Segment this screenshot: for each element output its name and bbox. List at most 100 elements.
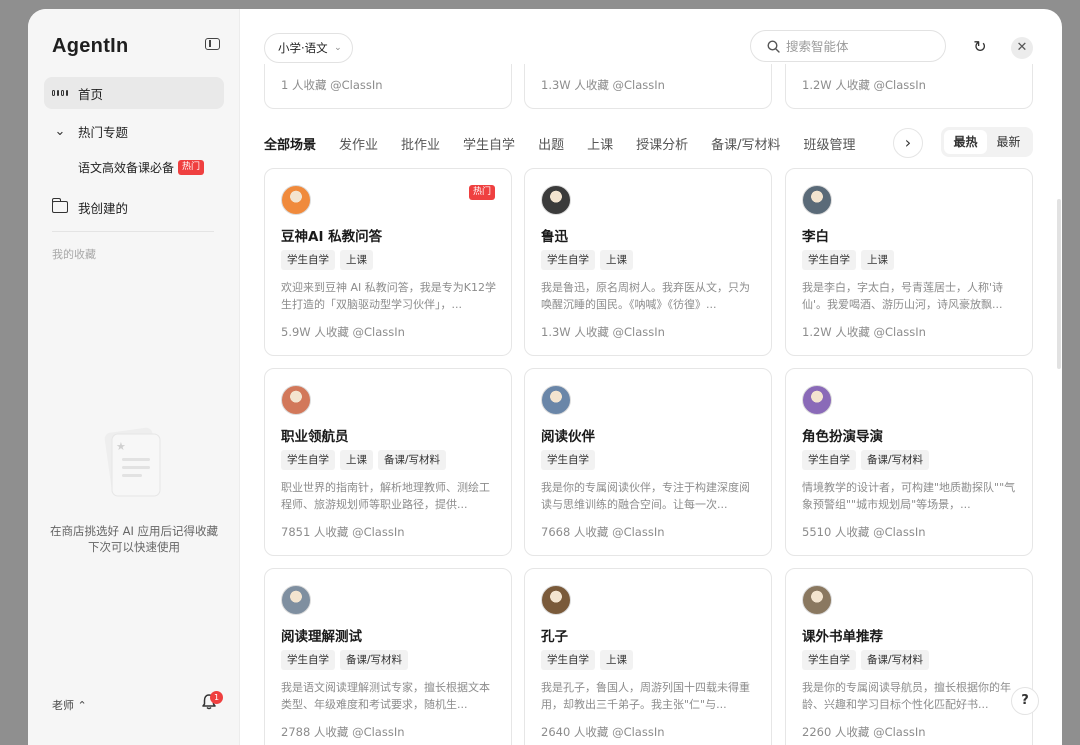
tab-class[interactable]: 上课 — [587, 134, 613, 153]
sidebar-divider — [52, 231, 214, 232]
tab-assign-homework[interactable]: 发作业 — [339, 134, 378, 153]
agent-tag: 学生自学 — [802, 450, 856, 470]
agent-tag: 上课 — [600, 650, 633, 670]
agent-tag: 学生自学 — [281, 450, 335, 470]
agent-tags: 学生自学 上课 — [281, 250, 378, 270]
agent-card[interactable]: 阅读理解测试 学生自学 备课/写材料 我是语文阅读理解测试专家，擅长根据文本类型、… — [264, 568, 512, 745]
hot-badge: 热门 — [178, 160, 205, 175]
grade-subject-select[interactable]: 小学·语文 ⌄ — [264, 33, 353, 63]
chevron-down-icon: ⌄ — [334, 43, 342, 53]
agent-tag: 上课 — [340, 450, 373, 470]
tab-create-questions[interactable]: 出题 — [538, 134, 564, 153]
agent-card[interactable]: 李白 学生自学 上课 我是李白，字太白，号青莲居士，人称'诗仙'。我爱喝酒、游历山… — [785, 168, 1033, 356]
agent-title: 阅读理解测试 — [281, 629, 362, 645]
tabs-next-arrow-icon[interactable]: › — [893, 128, 923, 158]
refresh-icon[interactable]: ↻ — [970, 37, 990, 57]
card-meta: 2640 人收藏 @ClassIn — [541, 725, 665, 739]
agent-avatar — [281, 585, 311, 615]
sort-new-option[interactable]: 最新 — [987, 130, 1030, 154]
agent-description: 我是孔子，鲁国人，周游列国十四载未得重用，却教出三千弟子。我主张"仁"与... — [541, 681, 750, 711]
agent-avatar — [802, 185, 832, 215]
chevron-down-icon: ⌄ — [54, 123, 66, 139]
agent-description: 我是语文阅读理解测试专家，擅长根据文本类型、年级难度和考试要求，随机生... — [281, 681, 490, 711]
scrollbar[interactable] — [1057, 199, 1061, 369]
agent-tags: 学生自学 上课 — [802, 250, 899, 270]
agent-avatar — [802, 385, 832, 415]
brand-logo: AgentIn — [52, 35, 129, 57]
agent-card-partial[interactable]: 1.3W 人收藏 @ClassIn — [524, 64, 772, 109]
close-button[interactable]: ✕ — [1011, 37, 1033, 59]
tab-all-scenes[interactable]: 全部场景 — [264, 134, 316, 153]
tab-lesson-prep[interactable]: 备课/写材料 — [711, 134, 780, 153]
agent-card[interactable]: 阅读伙伴 学生自学 我是你的专属阅读伙伴，专注于构建深度阅读与思维训练的融合空间… — [524, 368, 772, 556]
tab-lesson-analysis[interactable]: 授课分析 — [636, 134, 688, 153]
search-icon — [767, 39, 780, 53]
agent-tag: 学生自学 — [281, 650, 335, 670]
help-icon[interactable]: ? — [1011, 687, 1039, 715]
favorites-title: 我的收藏 — [52, 248, 96, 261]
agent-card[interactable]: 职业领航员 学生自学 上课 备课/写材料 职业世界的指南针，解析地理教师、测绘工程师… — [264, 368, 512, 556]
search-box[interactable] — [750, 30, 946, 62]
agent-avatar — [541, 585, 571, 615]
agent-description: 我是李白，字太白，号青莲居士，人称'诗仙'。我爱喝酒、游历山河，诗风豪放飘... — [802, 281, 1004, 311]
agent-tag: 学生自学 — [541, 650, 595, 670]
agent-title: 李白 — [802, 229, 829, 245]
sidebar-subitem-chinese-prep[interactable]: 语文高效备课必备 热门 — [78, 159, 205, 176]
card-meta: 1.2W 人收藏 @ClassIn — [802, 78, 926, 92]
sidebar-collapse-icon[interactable] — [205, 38, 220, 50]
agent-tag: 备课/写材料 — [861, 450, 930, 470]
card-meta: 5510 人收藏 @ClassIn — [802, 525, 926, 539]
agent-card[interactable]: 角色扮演导演 学生自学 备课/写材料 情境教学的设计者，可构建"地质勘探队""气象… — [785, 368, 1033, 556]
sidebar-subitem-label: 语文高效备课必备 — [78, 161, 175, 175]
agent-tag: 上课 — [861, 250, 894, 270]
agent-title: 职业领航员 — [281, 429, 349, 445]
sidebar-item-hot-topics[interactable]: ⌄ 热门专题 — [44, 115, 224, 147]
agent-title: 孔子 — [541, 629, 568, 645]
sort-hot-option[interactable]: 最热 — [944, 130, 987, 154]
agent-tag: 备课/写材料 — [861, 650, 930, 670]
agent-tags: 学生自学 备课/写材料 — [281, 650, 413, 670]
agent-card-partial[interactable]: 1 人收藏 @ClassIn — [264, 64, 512, 109]
sidebar: AgentIn 首页 ⌄ 热门专题 语文高效备课必备 热门 我创建的 我的收藏 … — [28, 9, 240, 745]
agent-card[interactable]: 鲁迅 学生自学 上课 我是鲁迅，原名周树人。我弃医从文，只为唤醒沉睡的国民。《呐喊… — [524, 168, 772, 356]
tab-self-study[interactable]: 学生自学 — [463, 134, 515, 153]
tab-grade-homework[interactable]: 批作业 — [401, 134, 440, 153]
hot-badge: 热门 — [468, 185, 495, 200]
card-meta: 7668 人收藏 @ClassIn — [541, 525, 665, 539]
agent-tag: 上课 — [600, 250, 633, 270]
empty-line-1: 在商店挑选好 AI 应用后记得收藏 — [49, 524, 219, 538]
card-meta: 2788 人收藏 @ClassIn — [281, 725, 405, 739]
agent-tags: 学生自学 备课/写材料 — [802, 450, 934, 470]
sidebar-item-label: 我创建的 — [78, 200, 129, 216]
agent-avatar — [541, 385, 571, 415]
sidebar-item-my-created[interactable]: 我创建的 — [44, 191, 224, 223]
empty-favorites-text: 在商店挑选好 AI 应用后记得收藏 下次可以快速使用 — [38, 523, 230, 555]
agent-description: 我是鲁迅，原名周树人。我弃医从文，只为唤醒沉睡的国民。《呐喊》《彷徨》... — [541, 281, 750, 311]
card-meta: 2260 人收藏 @ClassIn — [802, 725, 926, 739]
agent-title: 角色扮演导演 — [802, 429, 883, 445]
agent-tag: 备课/写材料 — [378, 450, 447, 470]
agent-tags: 学生自学 — [541, 450, 600, 470]
agent-card[interactable]: 热门 豆神AI 私教问答 学生自学 上课 欢迎来到豆神 AI 私教问答，我是专为K… — [264, 168, 512, 356]
agent-card[interactable]: 课外书单推荐 学生自学 备课/写材料 我是你的专属阅读导航员，擅长根据你的年龄、兴… — [785, 568, 1033, 745]
agent-avatar — [281, 185, 311, 215]
empty-line-2: 下次可以快速使用 — [88, 540, 180, 554]
agent-tag: 备课/写材料 — [340, 650, 409, 670]
sidebar-item-label: 热门专题 — [78, 124, 129, 140]
agent-title: 课外书单推荐 — [802, 629, 883, 645]
sidebar-item-label: 首页 — [78, 86, 104, 102]
agent-card-partial[interactable]: 1.2W 人收藏 @ClassIn — [785, 64, 1033, 109]
agent-tags: 学生自学 上课 — [541, 250, 638, 270]
agent-tag: 学生自学 — [541, 250, 595, 270]
grid-icon — [52, 85, 68, 101]
agent-title: 阅读伙伴 — [541, 429, 595, 445]
folder-icon — [51, 198, 68, 215]
sidebar-item-home[interactable]: 首页 — [44, 77, 224, 109]
tab-class-management[interactable]: 班级管理 — [804, 134, 856, 153]
sort-toggle: 最热 最新 — [941, 127, 1033, 157]
search-input[interactable] — [786, 38, 926, 54]
agent-title: 鲁迅 — [541, 229, 568, 245]
role-switcher[interactable]: 老师 ⌃ — [52, 697, 87, 713]
agent-card[interactable]: 孔子 学生自学 上课 我是孔子，鲁国人，周游列国十四载未得重用，却教出三千弟子。我… — [524, 568, 772, 745]
grade-select-value: 小学·语文 — [278, 41, 328, 55]
